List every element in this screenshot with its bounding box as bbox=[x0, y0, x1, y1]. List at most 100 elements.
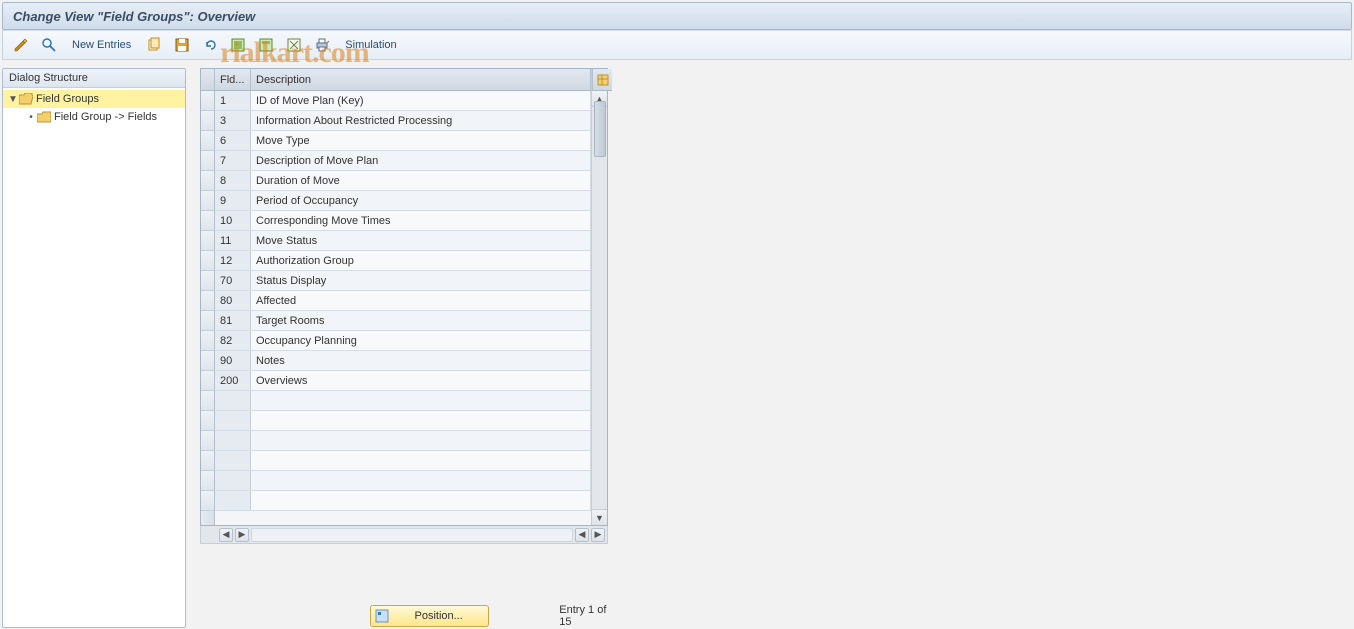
table-row[interactable] bbox=[215, 491, 591, 511]
table-row[interactable]: 3Information About Restricted Processing bbox=[215, 111, 591, 131]
cell-field-group[interactable]: 3 bbox=[215, 111, 251, 130]
save-icon[interactable] bbox=[170, 35, 194, 55]
column-header-description[interactable]: Description bbox=[251, 69, 591, 90]
tree-node-field-group-fields[interactable]: • Field Group -> Fields bbox=[3, 108, 185, 126]
cell-field-group[interactable]: 9 bbox=[215, 191, 251, 210]
new-entries-button[interactable]: New Entries bbox=[65, 35, 138, 55]
row-selector[interactable] bbox=[201, 471, 214, 491]
row-selector[interactable] bbox=[201, 431, 214, 451]
table-row[interactable]: 82Occupancy Planning bbox=[215, 331, 591, 351]
cell-field-group[interactable] bbox=[215, 431, 251, 450]
cell-field-group[interactable]: 80 bbox=[215, 291, 251, 310]
table-settings-icon[interactable] bbox=[592, 69, 612, 91]
table-row[interactable] bbox=[215, 451, 591, 471]
row-selector[interactable] bbox=[201, 351, 214, 371]
row-selector[interactable] bbox=[201, 451, 214, 471]
row-selector[interactable] bbox=[201, 171, 214, 191]
scroll-right-step-icon[interactable]: ▶ bbox=[235, 528, 249, 542]
tree-expand-icon[interactable]: ▼ bbox=[7, 94, 19, 105]
row-selector[interactable] bbox=[201, 151, 214, 171]
row-selector[interactable] bbox=[201, 211, 214, 231]
row-selector[interactable] bbox=[201, 391, 214, 411]
cell-field-group[interactable]: 8 bbox=[215, 171, 251, 190]
toggle-change-icon[interactable] bbox=[9, 35, 33, 55]
cell-description[interactable]: Affected bbox=[251, 291, 591, 310]
cell-field-group[interactable]: 82 bbox=[215, 331, 251, 350]
table-row[interactable]: 9Period of Occupancy bbox=[215, 191, 591, 211]
cell-field-group[interactable]: 81 bbox=[215, 311, 251, 330]
cell-description[interactable] bbox=[251, 491, 591, 510]
print-icon[interactable] bbox=[310, 35, 334, 55]
row-selector[interactable] bbox=[201, 131, 214, 151]
cell-description[interactable]: Target Rooms bbox=[251, 311, 591, 330]
copy-icon[interactable] bbox=[142, 35, 166, 55]
cell-field-group[interactable] bbox=[215, 471, 251, 490]
row-selector[interactable] bbox=[201, 271, 214, 291]
cell-description[interactable]: Duration of Move bbox=[251, 171, 591, 190]
cell-field-group[interactable]: 6 bbox=[215, 131, 251, 150]
table-row[interactable] bbox=[215, 391, 591, 411]
cell-description[interactable] bbox=[251, 411, 591, 430]
cell-field-group[interactable]: 12 bbox=[215, 251, 251, 270]
cell-description[interactable]: Move Type bbox=[251, 131, 591, 150]
hscroll-track[interactable] bbox=[251, 528, 573, 542]
cell-description[interactable] bbox=[251, 451, 591, 470]
scroll-right-icon[interactable]: ▶ bbox=[591, 528, 605, 542]
simulation-button[interactable]: Simulation bbox=[338, 35, 403, 55]
cell-description[interactable]: Notes bbox=[251, 351, 591, 370]
cell-field-group[interactable]: 90 bbox=[215, 351, 251, 370]
table-row[interactable]: 70Status Display bbox=[215, 271, 591, 291]
cell-description[interactable]: Information About Restricted Processing bbox=[251, 111, 591, 130]
row-selector[interactable] bbox=[201, 331, 214, 351]
cell-field-group[interactable] bbox=[215, 391, 251, 410]
table-row[interactable]: 8Duration of Move bbox=[215, 171, 591, 191]
cell-field-group[interactable] bbox=[215, 451, 251, 470]
cell-field-group[interactable] bbox=[215, 491, 251, 510]
row-selector[interactable] bbox=[201, 91, 214, 111]
position-button[interactable]: Position... bbox=[370, 605, 489, 627]
cell-description[interactable] bbox=[251, 391, 591, 410]
row-selector[interactable] bbox=[201, 231, 214, 251]
table-row[interactable] bbox=[215, 411, 591, 431]
row-selector[interactable] bbox=[201, 491, 214, 511]
row-selector-header[interactable] bbox=[201, 69, 214, 91]
tree-node-field-groups[interactable]: ▼ Field Groups bbox=[3, 90, 185, 108]
dialog-structure-tree[interactable]: ▼ Field Groups • Field Group -> Fields bbox=[3, 88, 185, 627]
table-row[interactable]: 6Move Type bbox=[215, 131, 591, 151]
select-all-icon[interactable] bbox=[226, 35, 250, 55]
column-header-fld[interactable]: Fld... bbox=[215, 69, 251, 90]
scroll-left-icon[interactable]: ◀ bbox=[219, 528, 233, 542]
vertical-scrollbar[interactable]: ▲ ▼ bbox=[591, 69, 607, 525]
table-row[interactable]: 200Overviews bbox=[215, 371, 591, 391]
cell-description[interactable]: Period of Occupancy bbox=[251, 191, 591, 210]
cell-description[interactable]: Authorization Group bbox=[251, 251, 591, 270]
cell-field-group[interactable]: 10 bbox=[215, 211, 251, 230]
deselect-all-icon[interactable] bbox=[282, 35, 306, 55]
table-row[interactable]: 10Corresponding Move Times bbox=[215, 211, 591, 231]
select-block-icon[interactable] bbox=[254, 35, 278, 55]
table-row[interactable]: 11Move Status bbox=[215, 231, 591, 251]
row-selector[interactable] bbox=[201, 371, 214, 391]
cell-field-group[interactable]: 11 bbox=[215, 231, 251, 250]
table-row[interactable]: 12Authorization Group bbox=[215, 251, 591, 271]
cell-description[interactable] bbox=[251, 431, 591, 450]
splitter-handle[interactable] bbox=[192, 68, 198, 628]
scroll-down-icon[interactable]: ▼ bbox=[592, 509, 607, 525]
row-selector[interactable] bbox=[201, 311, 214, 331]
cell-description[interactable]: Description of Move Plan bbox=[251, 151, 591, 170]
row-selector[interactable] bbox=[201, 411, 214, 431]
cell-description[interactable]: Corresponding Move Times bbox=[251, 211, 591, 230]
cell-field-group[interactable] bbox=[215, 411, 251, 430]
row-selector[interactable] bbox=[201, 291, 214, 311]
cell-description[interactable]: Move Status bbox=[251, 231, 591, 250]
table-row[interactable] bbox=[215, 431, 591, 451]
horizontal-scrollbar[interactable]: ◀ ▶ ◀ ▶ bbox=[200, 526, 608, 544]
table-row[interactable]: 90Notes bbox=[215, 351, 591, 371]
grid-body[interactable]: 1ID of Move Plan (Key)3Information About… bbox=[215, 91, 591, 525]
other-view-icon[interactable] bbox=[37, 35, 61, 55]
cell-description[interactable]: Occupancy Planning bbox=[251, 331, 591, 350]
row-selector[interactable] bbox=[201, 251, 214, 271]
table-row[interactable]: 80Affected bbox=[215, 291, 591, 311]
cell-description[interactable]: Overviews bbox=[251, 371, 591, 390]
undo-icon[interactable] bbox=[198, 35, 222, 55]
